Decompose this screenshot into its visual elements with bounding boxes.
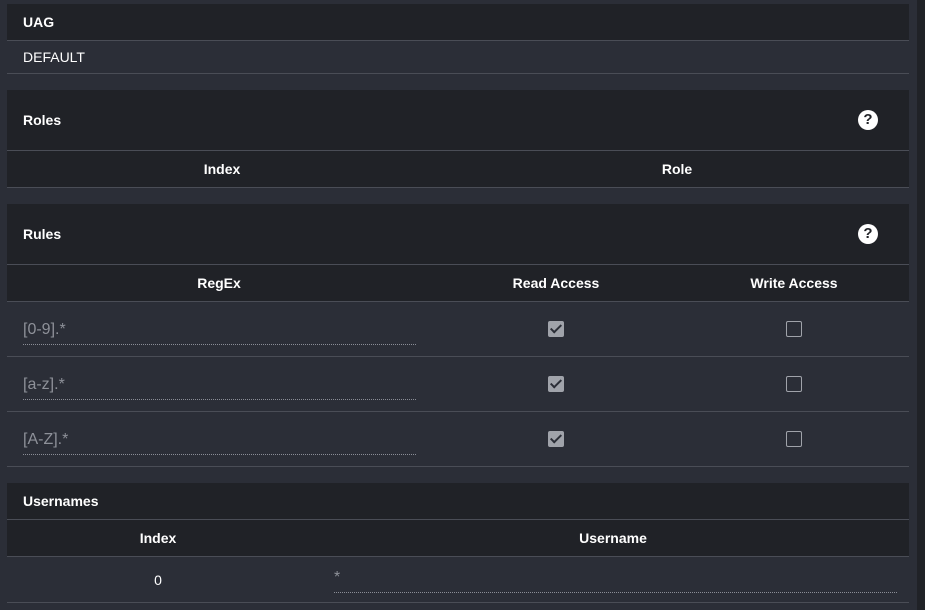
- uag-card: UAG DEFAULT: [7, 4, 909, 74]
- roles-header: Roles ?: [7, 90, 909, 150]
- uag-title: UAG: [23, 14, 55, 30]
- roles-col-role: Role: [661, 161, 693, 177]
- rules-column-header: RegEx Read Access Write Access: [7, 264, 909, 302]
- read-access-checkbox[interactable]: [548, 431, 564, 447]
- username-index: 0: [154, 571, 162, 588]
- regex-input[interactable]: [0-9].*: [23, 319, 416, 345]
- write-access-checkbox[interactable]: [786, 431, 802, 447]
- uag-value: DEFAULT: [23, 49, 85, 65]
- username-input[interactable]: *: [334, 567, 897, 593]
- regex-input[interactable]: [a-z].*: [23, 374, 416, 400]
- read-access-checkbox[interactable]: [548, 321, 564, 337]
- usernames-card: Usernames Index Username 0 *: [7, 483, 909, 610]
- divider: [7, 73, 909, 74]
- rules-title: Rules: [23, 226, 62, 242]
- usernames-column-header: Index Username: [7, 519, 909, 557]
- rule-row: [a-z].*: [7, 357, 909, 412]
- rule-row: [0-9].*: [7, 302, 909, 357]
- rules-col-read: Read Access: [512, 275, 600, 291]
- uag-value-row: DEFAULT: [7, 40, 909, 73]
- roles-title: Roles: [23, 112, 62, 128]
- rules-col-write: Write Access: [750, 275, 838, 291]
- usernames-col-index: Index: [139, 530, 177, 546]
- regex-input[interactable]: [A-Z].*: [23, 429, 416, 455]
- rules-col-regex: RegEx: [197, 275, 241, 291]
- uag-header: UAG: [7, 4, 909, 40]
- roles-column-header: Index Role: [7, 150, 909, 188]
- write-access-checkbox[interactable]: [786, 376, 802, 392]
- rules-header: Rules ?: [7, 204, 909, 264]
- scrollbar[interactable]: [917, 0, 925, 610]
- roles-help-icon[interactable]: ?: [858, 110, 878, 130]
- rules-card: Rules ? RegEx Read Access Write Access […: [7, 204, 909, 467]
- usernames-header: Usernames: [7, 483, 909, 519]
- roles-col-index: Index: [203, 161, 241, 177]
- write-access-checkbox[interactable]: [786, 321, 802, 337]
- rules-help-icon[interactable]: ?: [858, 224, 878, 244]
- rule-row: [A-Z].*: [7, 412, 909, 467]
- roles-card: Roles ? Index Role: [7, 90, 909, 188]
- username-row: 0 *: [7, 557, 909, 603]
- usernames-title: Usernames: [23, 493, 99, 509]
- usernames-col-username: Username: [579, 530, 647, 546]
- read-access-checkbox[interactable]: [548, 376, 564, 392]
